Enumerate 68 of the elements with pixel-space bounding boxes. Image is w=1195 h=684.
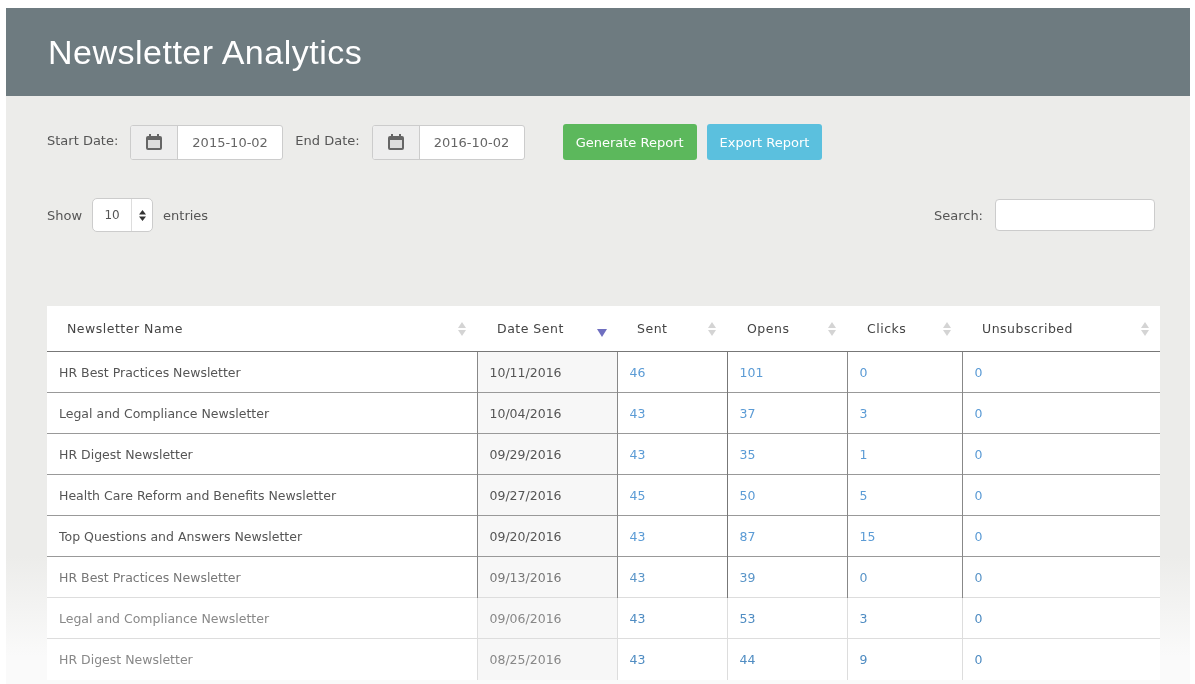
count-link[interactable]: 0 [962,433,1160,475]
column-header[interactable]: Clicks [847,306,962,352]
calendar-icon [386,133,405,151]
count-link[interactable]: 101 [727,351,847,393]
start-date-label: Start Date: [47,132,119,148]
table-cell: 09/29/2016 [477,433,617,475]
page-title: Newsletter Analytics [48,32,363,72]
table-cell: Legal and Compliance Newsletter [47,597,477,639]
table-cell: Top Questions and Answers Newsletter [47,515,477,557]
count-link[interactable]: 0 [847,556,962,598]
table-cell: 08/25/2016 [477,638,617,680]
count-link[interactable]: 0 [962,351,1160,393]
count-link[interactable]: 3 [847,392,962,434]
count-link[interactable]: 53 [727,597,847,639]
generate-report-button[interactable]: Generate Report [562,124,697,160]
entries-label: entries [163,207,209,223]
table-cell: Legal and Compliance Newsletter [47,392,477,434]
table-cell: 10/11/2016 [477,351,617,393]
count-link[interactable]: 9 [847,638,962,680]
column-header[interactable]: Sent [617,306,727,352]
column-header[interactable]: Opens [727,306,847,352]
count-link[interactable]: 44 [727,638,847,680]
table-cell: 10/04/2016 [477,392,617,434]
calendar-icon [145,133,164,151]
count-link[interactable]: 35 [727,433,847,475]
count-link[interactable]: 43 [617,392,727,434]
table-cell: 09/27/2016 [477,474,617,516]
table-cell: 09/13/2016 [477,556,617,598]
table-cell: HR Digest Newsletter [47,638,477,680]
count-link[interactable]: 5 [847,474,962,516]
end-date-field[interactable]: 2016-10-02 [371,124,525,160]
count-link[interactable]: 39 [727,556,847,598]
count-link[interactable]: 87 [727,515,847,557]
count-link[interactable]: 15 [847,515,962,557]
table-cell: 09/20/2016 [477,515,617,557]
count-link[interactable]: 3 [847,597,962,639]
table-cell: Health Care Reform and Benefits Newsletter [47,474,477,516]
column-header[interactable]: Date Sent [477,306,617,352]
count-link[interactable]: 45 [617,474,727,516]
count-link[interactable]: 0 [962,474,1160,516]
count-link[interactable]: 37 [727,392,847,434]
entries-select[interactable]: 10 [92,198,154,232]
count-link[interactable]: 0 [962,392,1160,434]
count-link[interactable]: 0 [962,638,1160,680]
count-link[interactable]: 1 [847,433,962,475]
count-link[interactable]: 0 [847,351,962,393]
count-link[interactable]: 0 [962,556,1160,598]
end-date-label: End Date: [295,132,360,148]
count-link[interactable]: 43 [617,433,727,475]
spinner-icon [138,209,146,221]
show-label: Show [47,207,83,223]
count-link[interactable]: 46 [617,351,727,393]
count-link[interactable]: 50 [727,474,847,516]
column-header[interactable]: Unsubscribed [962,306,1160,352]
column-header[interactable]: Newsletter Name [47,306,477,352]
count-link[interactable]: 43 [617,597,727,639]
count-link[interactable]: 43 [617,638,727,680]
count-link[interactable]: 43 [617,515,727,557]
table-cell: HR Digest Newsletter [47,433,477,475]
start-date-field[interactable]: 2015-10-02 [130,124,284,160]
count-link[interactable]: 0 [962,515,1160,557]
search-label: Search: [933,207,983,223]
search-field[interactable] [995,199,1155,231]
count-link[interactable]: 43 [617,556,727,598]
table-cell: 09/06/2016 [477,597,617,639]
export-report-button[interactable]: Export Report [706,124,823,160]
table-cell: HR Best Practices Newsletter [47,556,477,598]
count-link[interactable]: 0 [962,597,1160,639]
